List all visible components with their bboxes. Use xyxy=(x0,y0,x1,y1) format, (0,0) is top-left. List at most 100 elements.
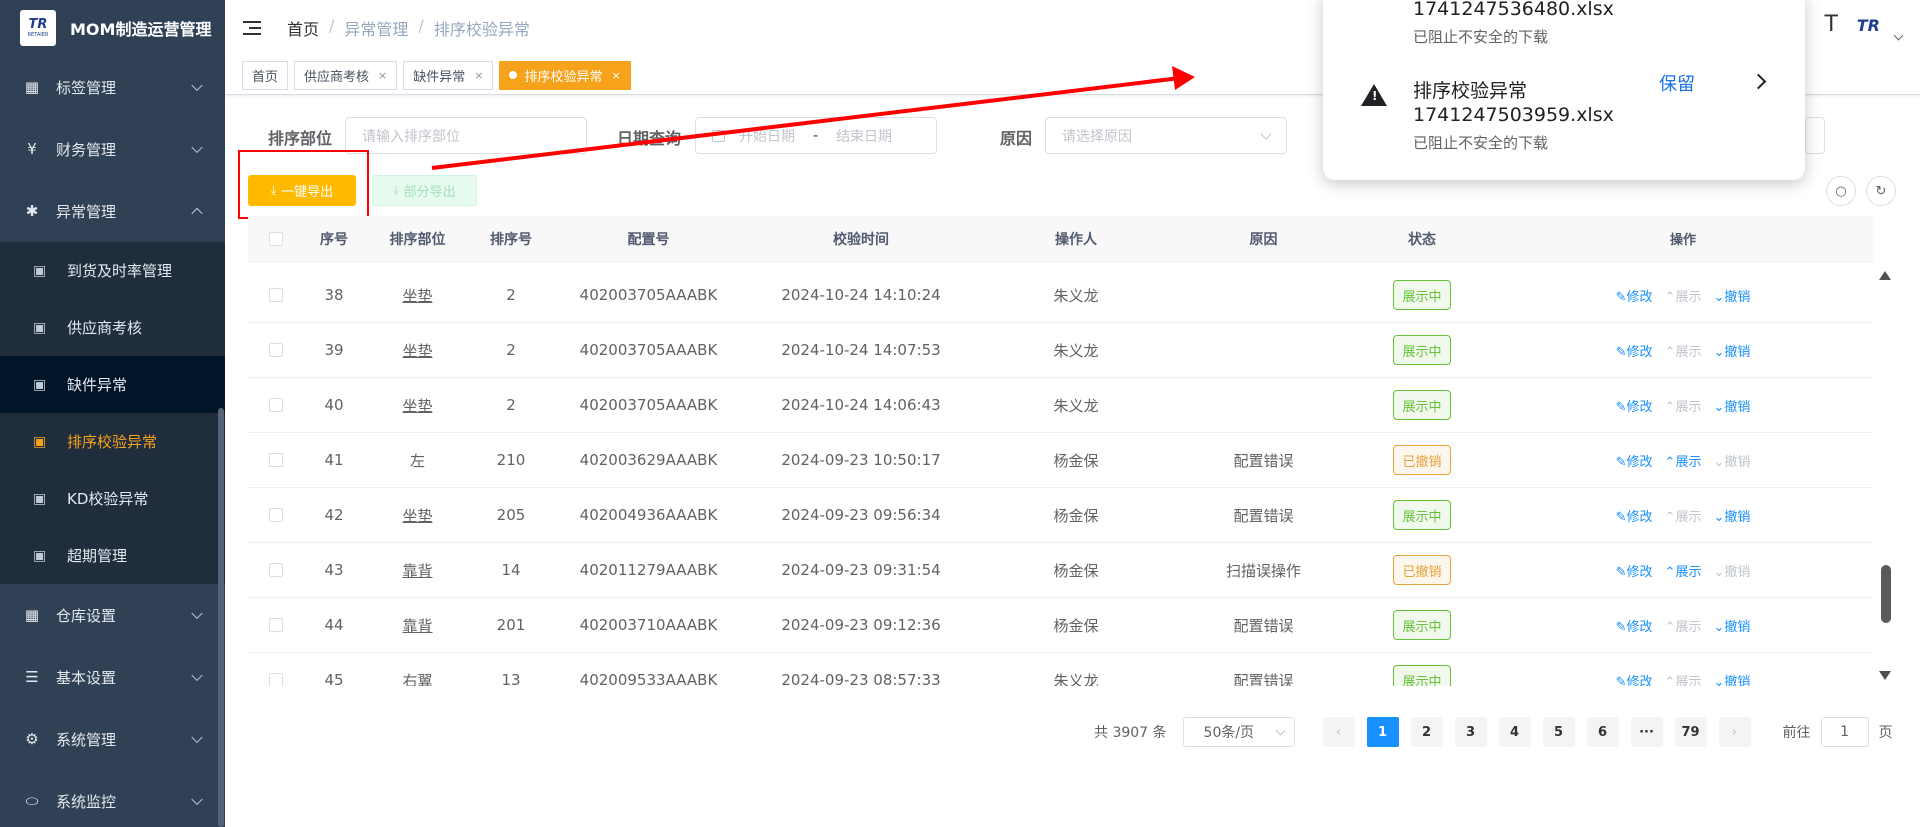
row-checkbox[interactable] xyxy=(269,288,283,302)
show-button[interactable]: ⌃展示 xyxy=(1665,616,1702,635)
sidebar-item-supplier-assessment[interactable]: ▣ 供应商考核 xyxy=(0,299,225,356)
bug-icon: ✱ xyxy=(25,202,39,220)
sidebar-item-tag-management[interactable]: ▦ 标签管理 xyxy=(0,56,225,118)
edit-button[interactable]: ✎修改 xyxy=(1616,341,1653,360)
edit-button[interactable]: ✎修改 xyxy=(1616,506,1653,525)
part-input[interactable]: 请输入排序部位 xyxy=(345,117,587,154)
scroll-up-arrow-icon[interactable] xyxy=(1879,271,1891,280)
revoke-button[interactable]: ⌄撤销 xyxy=(1713,561,1750,580)
download-title: 排序校验异常 xyxy=(1413,80,1528,102)
close-icon[interactable]: × xyxy=(612,69,621,82)
row-checkbox[interactable] xyxy=(269,453,283,467)
sidebar-item-system-management[interactable]: ⚙ 系统管理 xyxy=(0,708,225,770)
reason-select[interactable]: 请选择原因 xyxy=(1045,117,1287,154)
page-button-1[interactable]: 1 xyxy=(1366,717,1399,747)
tag-sequence-check[interactable]: 排序校验异常 × xyxy=(499,60,631,90)
row-checkbox[interactable] xyxy=(269,508,283,522)
cell-time: 2024-09-23 09:12:36 xyxy=(781,616,941,634)
breadcrumb-home[interactable]: 首页 xyxy=(287,16,319,40)
row-checkbox[interactable] xyxy=(269,398,283,412)
goto-suffix: 页 xyxy=(1878,725,1893,741)
show-label: 展示 xyxy=(1675,619,1702,635)
edit-button[interactable]: ✎修改 xyxy=(1616,451,1653,470)
user-avatar[interactable]: TR xyxy=(1857,16,1880,35)
show-button[interactable]: ⌃展示 xyxy=(1665,451,1702,470)
row-checkbox[interactable] xyxy=(269,618,283,632)
sidebar-item-basic-settings[interactable]: ☰ 基本设置 xyxy=(0,646,225,708)
row-actions: ✎修改 ⌃展示 ⌄撤销 xyxy=(1493,286,1873,305)
monitor-icon: ▣ xyxy=(33,433,47,450)
select-all-checkbox[interactable] xyxy=(269,231,283,246)
cell-time: 2024-09-23 08:57:33 xyxy=(781,671,941,686)
page-button-5[interactable]: 5 xyxy=(1542,717,1575,747)
search-toggle-button[interactable]: ○ xyxy=(1826,176,1856,206)
edit-button[interactable]: ✎修改 xyxy=(1616,286,1653,305)
row-checkbox[interactable] xyxy=(269,563,283,577)
edit-button[interactable]: ✎修改 xyxy=(1616,561,1653,580)
sidebar-scrollbar[interactable] xyxy=(218,408,224,827)
edit-button[interactable]: ✎修改 xyxy=(1616,396,1653,415)
sidebar-item-kd-check[interactable]: ▣ KD校验异常 xyxy=(0,470,225,527)
sidebar-item-missing-parts[interactable]: ▣ 缺件异常 xyxy=(0,356,225,413)
page-size-select[interactable]: 50条/页 xyxy=(1182,717,1295,747)
monitor-icon: ▣ xyxy=(33,376,47,393)
chevron-right-icon[interactable] xyxy=(1750,73,1767,90)
row-checkbox[interactable] xyxy=(269,673,283,686)
sidebar-item-label: 基本设置 xyxy=(56,668,117,687)
revoke-button[interactable]: ⌄撤销 xyxy=(1713,341,1750,360)
show-button[interactable]: ⌃展示 xyxy=(1665,671,1702,687)
tag-home[interactable]: 首页 xyxy=(242,60,289,90)
page-button-3[interactable]: 3 xyxy=(1454,717,1487,747)
export-partial-button[interactable]: ⤓ 部分导出 xyxy=(372,175,477,206)
edit-button[interactable]: ✎修改 xyxy=(1616,671,1653,687)
table-scroll-thumb[interactable] xyxy=(1881,565,1891,623)
date-range-picker[interactable]: 开始日期 - 结束日期 xyxy=(695,117,937,154)
revoke-button[interactable]: ⌄撤销 xyxy=(1713,451,1750,470)
row-checkbox[interactable] xyxy=(269,343,283,357)
sidebar-item-label: 财务管理 xyxy=(56,140,117,159)
keep-button[interactable]: 保留 xyxy=(1659,70,1695,96)
show-button[interactable]: ⌃展示 xyxy=(1665,396,1702,415)
sidebar-item-finance[interactable]: ¥ 财务管理 xyxy=(0,118,225,180)
scroll-down-arrow-icon[interactable] xyxy=(1879,671,1891,680)
page-ellipsis-button[interactable]: ··· xyxy=(1630,717,1663,747)
sidebar-item-exception[interactable]: ✱ 异常管理 xyxy=(0,180,225,242)
sidebar-item-overdue[interactable]: ▣ 超期管理 xyxy=(0,527,225,584)
page-button-6[interactable]: 6 xyxy=(1586,717,1619,747)
close-icon[interactable]: × xyxy=(378,69,387,82)
close-icon[interactable]: × xyxy=(474,69,483,82)
revoke-button[interactable]: ⌄撤销 xyxy=(1713,396,1750,415)
revoke-button[interactable]: ⌄撤销 xyxy=(1713,286,1750,305)
hamburger-icon[interactable] xyxy=(243,21,263,35)
revoke-button[interactable]: ⌄撤销 xyxy=(1713,616,1750,635)
sidebar-item-sequence-check[interactable]: ▣ 排序校验异常 xyxy=(0,413,225,470)
show-button[interactable]: ⌃展示 xyxy=(1665,506,1702,525)
edit-button[interactable]: ✎修改 xyxy=(1616,616,1653,635)
cell-operator: 朱义龙 xyxy=(1053,671,1099,687)
tag-supplier-assessment[interactable]: 供应商考核 × xyxy=(294,60,398,90)
page-button-79[interactable]: 79 xyxy=(1674,717,1707,747)
sidebar-item-system-monitor[interactable]: ⬭ 系统监控 xyxy=(0,770,225,827)
cell-seq: 2 xyxy=(506,341,516,359)
page-button-4[interactable]: 4 xyxy=(1498,717,1531,747)
chevron-up-icon xyxy=(191,207,203,220)
revoke-button[interactable]: ⌄撤销 xyxy=(1713,506,1750,525)
revoke-button[interactable]: ⌄撤销 xyxy=(1713,671,1750,687)
header-no: 序号 xyxy=(320,231,348,248)
next-page-button[interactable]: › xyxy=(1718,717,1751,747)
prev-page-button[interactable]: ‹ xyxy=(1322,717,1355,747)
edit-icon: ✎ xyxy=(1615,564,1627,580)
sidebar-item-warehouse[interactable]: ▦ 仓库设置 xyxy=(0,584,225,646)
show-button[interactable]: ⌃展示 xyxy=(1665,286,1702,305)
goto-page-input[interactable]: 1 xyxy=(1820,717,1869,747)
cell-time: 2024-09-23 09:31:54 xyxy=(781,561,941,579)
refresh-button[interactable]: ↻ xyxy=(1866,176,1896,206)
show-button[interactable]: ⌃展示 xyxy=(1665,561,1702,580)
sidebar-item-arrival-rate[interactable]: ▣ 到货及时率管理 xyxy=(0,242,225,299)
hidden-search-field[interactable] xyxy=(1805,117,1825,154)
caret-down-icon[interactable] xyxy=(1893,30,1904,41)
show-button[interactable]: ⌃展示 xyxy=(1665,341,1702,360)
tag-missing-parts[interactable]: 缺件异常 × xyxy=(403,60,494,90)
page-button-2[interactable]: 2 xyxy=(1410,717,1443,747)
download-popup: 1741247536480.xlsx 已阻止不安全的下载 ! 排序校验异常 17… xyxy=(1323,0,1805,180)
